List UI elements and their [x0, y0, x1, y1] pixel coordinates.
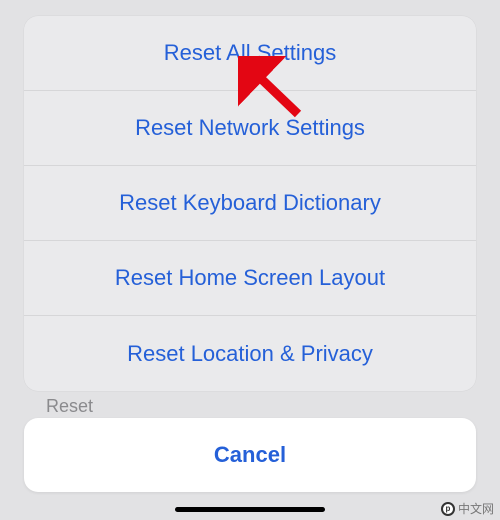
php-logo-icon: p [441, 502, 455, 516]
sheet-item-label: Reset Keyboard Dictionary [119, 190, 381, 216]
watermark: p 中文网 [441, 500, 494, 517]
reset-keyboard-dictionary-item[interactable]: Reset Keyboard Dictionary [24, 166, 476, 241]
reset-location-privacy-item[interactable]: Reset Location & Privacy [24, 316, 476, 391]
sheet-item-label: Reset Location & Privacy [127, 341, 373, 367]
sheet-item-label: Reset All Settings [164, 40, 336, 66]
reset-home-screen-layout-item[interactable]: Reset Home Screen Layout [24, 241, 476, 316]
watermark-text: 中文网 [458, 500, 494, 517]
sheet-item-label: Reset Home Screen Layout [115, 265, 385, 291]
reset-all-settings-item[interactable]: Reset All Settings [24, 16, 476, 91]
cancel-button[interactable]: Cancel [24, 418, 476, 492]
background-menu-label: Reset [46, 396, 93, 417]
home-indicator[interactable] [175, 507, 325, 512]
reset-action-sheet: Reset All Settings Reset Network Setting… [24, 16, 476, 391]
reset-network-settings-item[interactable]: Reset Network Settings [24, 91, 476, 166]
cancel-button-label: Cancel [214, 442, 286, 468]
sheet-item-label: Reset Network Settings [135, 115, 365, 141]
